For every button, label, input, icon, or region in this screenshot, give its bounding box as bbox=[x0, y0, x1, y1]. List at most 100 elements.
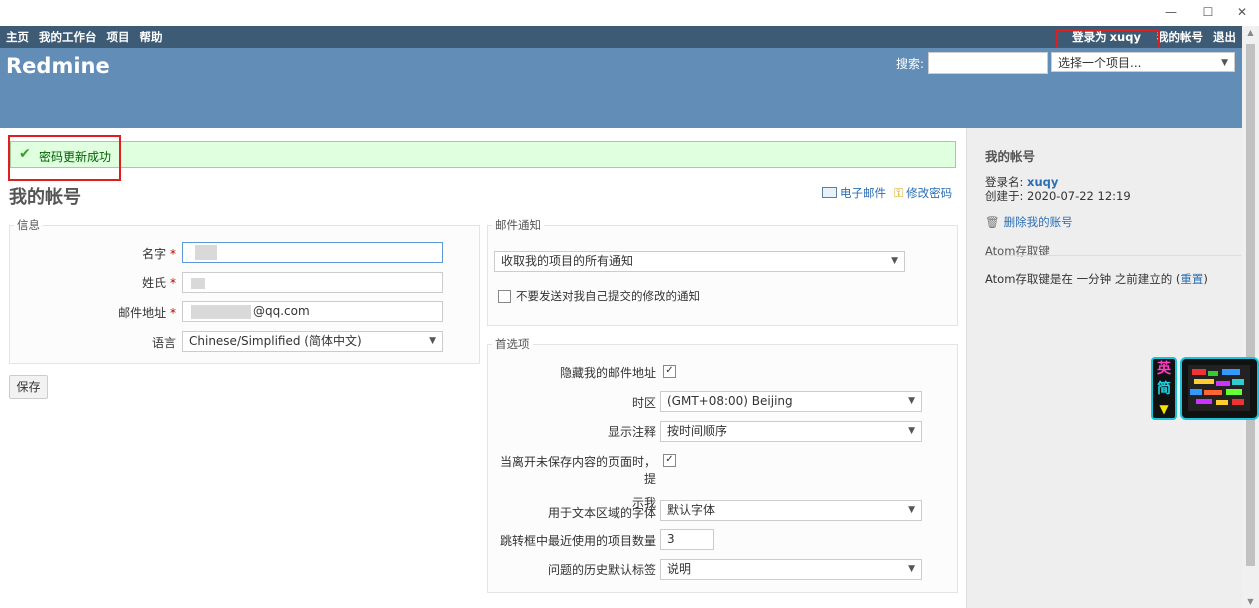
nav-projects-link[interactable]: 项目 bbox=[107, 30, 130, 44]
nav-help-link[interactable]: 帮助 bbox=[140, 30, 163, 44]
nav-home-link[interactable]: 主页 bbox=[6, 30, 29, 44]
info-legend: 信息 bbox=[17, 218, 40, 232]
recent-projects-label: 跳转框中最近使用的项目数量 bbox=[499, 534, 656, 548]
language-select[interactable]: Chinese/Simplified (简体中文) ▼ bbox=[182, 331, 443, 352]
recent-projects-input[interactable]: 3 bbox=[660, 529, 714, 550]
required-mark: * bbox=[170, 247, 176, 261]
chevron-down-icon: ▼ bbox=[908, 505, 915, 515]
colorful-pattern-icon bbox=[1188, 365, 1250, 411]
project-jump-value: 选择一个项目... bbox=[1058, 56, 1142, 70]
comments-sorting-label: 显示注释 bbox=[607, 425, 656, 439]
search-label: 搜索: bbox=[896, 57, 925, 71]
hide-mail-label: 隐藏我的邮件地址 bbox=[559, 366, 656, 380]
sidebar-created-value: 2020-07-22 12:19 bbox=[1027, 189, 1131, 203]
extension-widget[interactable] bbox=[1180, 357, 1259, 420]
language-label: 语言 bbox=[151, 336, 176, 350]
loggedas-highlight-box bbox=[1056, 29, 1160, 49]
timezone-value: (GMT+08:00) Beijing bbox=[667, 394, 793, 408]
warn-unsaved-label: 当离开未保存内容的页面时，提 示我 bbox=[499, 455, 656, 510]
chevron-down-icon: ▼ bbox=[908, 426, 915, 436]
ime-widget[interactable]: 英 简 ▼ bbox=[1151, 357, 1177, 420]
site-title[interactable]: Redmine bbox=[6, 54, 110, 78]
project-jump-select[interactable]: 选择一个项目... ▼ bbox=[1051, 52, 1235, 72]
mail-value: @qq.com bbox=[253, 304, 310, 318]
required-mark: * bbox=[170, 276, 176, 290]
maximize-icon[interactable]: ☐ bbox=[1198, 4, 1218, 20]
window-titlebar: — ☐ ✕ bbox=[0, 0, 1259, 26]
no-self-notified-label: 不要发送对我自己提交的修改的通知 bbox=[516, 289, 700, 303]
page-title: 我的帐号 bbox=[9, 187, 81, 208]
textarea-font-select[interactable]: 默认字体 ▼ bbox=[660, 500, 922, 521]
mail-notification-legend: 邮件通知 bbox=[495, 218, 541, 232]
lastname-field[interactable] bbox=[182, 272, 443, 293]
top-nav: 主页 我的工作台 项目 帮助 bbox=[6, 29, 169, 45]
flash-highlight-box bbox=[8, 135, 121, 181]
chevron-down-icon: ▼ bbox=[1221, 58, 1228, 68]
nav-my-page-link[interactable]: 我的工作台 bbox=[39, 30, 97, 44]
sidebar-title: 我的帐号 bbox=[985, 149, 1036, 164]
change-password-label: 修改密码 bbox=[906, 186, 953, 200]
sidebar-divider bbox=[985, 255, 1241, 256]
textarea-font-value: 默认字体 bbox=[667, 503, 716, 517]
checkmark-icon: ✓ bbox=[665, 454, 674, 465]
sidebar-login-link[interactable]: xuqy bbox=[1027, 175, 1058, 189]
no-self-notified-checkbox[interactable] bbox=[498, 290, 511, 303]
comments-sorting-value: 按时间顺序 bbox=[667, 424, 728, 438]
search-input[interactable] bbox=[928, 52, 1048, 74]
email-link-label: 电子邮件 bbox=[840, 186, 886, 200]
redacted-lastname bbox=[191, 278, 205, 289]
redacted-firstname bbox=[195, 245, 217, 260]
language-value: Chinese/Simplified (简体中文) bbox=[189, 334, 362, 348]
hide-mail-checkbox[interactable]: ✓ bbox=[663, 365, 676, 378]
email-icon bbox=[822, 187, 837, 198]
required-mark: * bbox=[170, 306, 176, 320]
firstname-label: 名字 * bbox=[142, 247, 176, 261]
mail-field[interactable]: @qq.com bbox=[182, 301, 443, 322]
change-password-link[interactable]: ⚿ 修改密码 bbox=[894, 185, 952, 201]
timezone-label: 时区 bbox=[631, 396, 656, 410]
chevron-down-icon: ▼ bbox=[908, 564, 915, 574]
key-icon: ⚿ bbox=[894, 186, 904, 200]
scroll-down-icon[interactable]: ▼ bbox=[1242, 597, 1259, 606]
scroll-up-icon[interactable]: ▲ bbox=[1242, 28, 1259, 37]
textarea-font-label: 用于文本区域的字体 bbox=[547, 506, 656, 520]
shirt-icon: ▼ bbox=[1159, 402, 1169, 416]
delete-account-label: 删除我的账号 bbox=[1003, 215, 1073, 229]
chevron-down-icon: ▼ bbox=[429, 336, 436, 346]
mail-notification-select[interactable]: 收取我的项目的所有通知 ▼ bbox=[494, 251, 905, 272]
atom-title: Atom存取键 bbox=[985, 244, 1050, 258]
my-account-link[interactable]: 我的帐号 bbox=[1157, 30, 1203, 44]
atom-reset-link[interactable]: 重置 bbox=[1180, 272, 1203, 286]
header: Redmine 搜索: 选择一个项目... ▼ bbox=[0, 48, 1242, 128]
scroll-thumb[interactable] bbox=[1246, 44, 1255, 566]
history-tab-select[interactable]: 说明 ▼ bbox=[660, 559, 922, 580]
close-icon[interactable]: ✕ bbox=[1232, 4, 1252, 20]
chevron-down-icon: ▼ bbox=[891, 256, 898, 266]
warn-unsaved-checkbox[interactable]: ✓ bbox=[663, 454, 676, 467]
chevron-down-icon: ▼ bbox=[908, 396, 915, 406]
save-button[interactable]: 保存 bbox=[9, 375, 48, 399]
logout-link[interactable]: 退出 bbox=[1213, 30, 1236, 44]
history-tab-label: 问题的历史默认标签 bbox=[547, 563, 656, 577]
minimize-icon[interactable]: — bbox=[1161, 4, 1181, 20]
timezone-select[interactable]: (GMT+08:00) Beijing ▼ bbox=[660, 391, 922, 412]
history-tab-value: 说明 bbox=[667, 562, 692, 576]
email-link[interactable]: 电子邮件 bbox=[822, 185, 886, 201]
checkmark-icon: ✓ bbox=[665, 365, 674, 376]
comments-sorting-select[interactable]: 按时间顺序 ▼ bbox=[660, 421, 922, 442]
atom-text: Atom存取键是在 一分钟 之前建立的 bbox=[985, 272, 1173, 286]
flash-notice: ✔ 密码更新成功 bbox=[10, 141, 956, 168]
preferences-legend: 首选项 bbox=[495, 337, 530, 351]
mail-notification-value: 收取我的项目的所有通知 bbox=[501, 254, 634, 268]
redacted-mail bbox=[191, 305, 251, 319]
firstname-field[interactable] bbox=[182, 242, 443, 263]
ime-mode-indicator[interactable]: 简 bbox=[1153, 379, 1175, 399]
vertical-scrollbar[interactable]: ▲ ▼ bbox=[1242, 26, 1259, 608]
trash-icon: 🗑 bbox=[985, 215, 1000, 229]
mail-label: 邮件地址 * bbox=[118, 306, 176, 320]
sidebar-created-row: 创建于: 2020-07-22 12:19 bbox=[985, 189, 1131, 203]
ime-lang-indicator[interactable]: 英 bbox=[1153, 359, 1175, 379]
lastname-label: 姓氏 * bbox=[142, 276, 176, 290]
atom-text-row: Atom存取键是在 一分钟 之前建立的 (重置) bbox=[985, 272, 1208, 286]
delete-account-link[interactable]: 🗑 删除我的账号 bbox=[985, 214, 1073, 230]
